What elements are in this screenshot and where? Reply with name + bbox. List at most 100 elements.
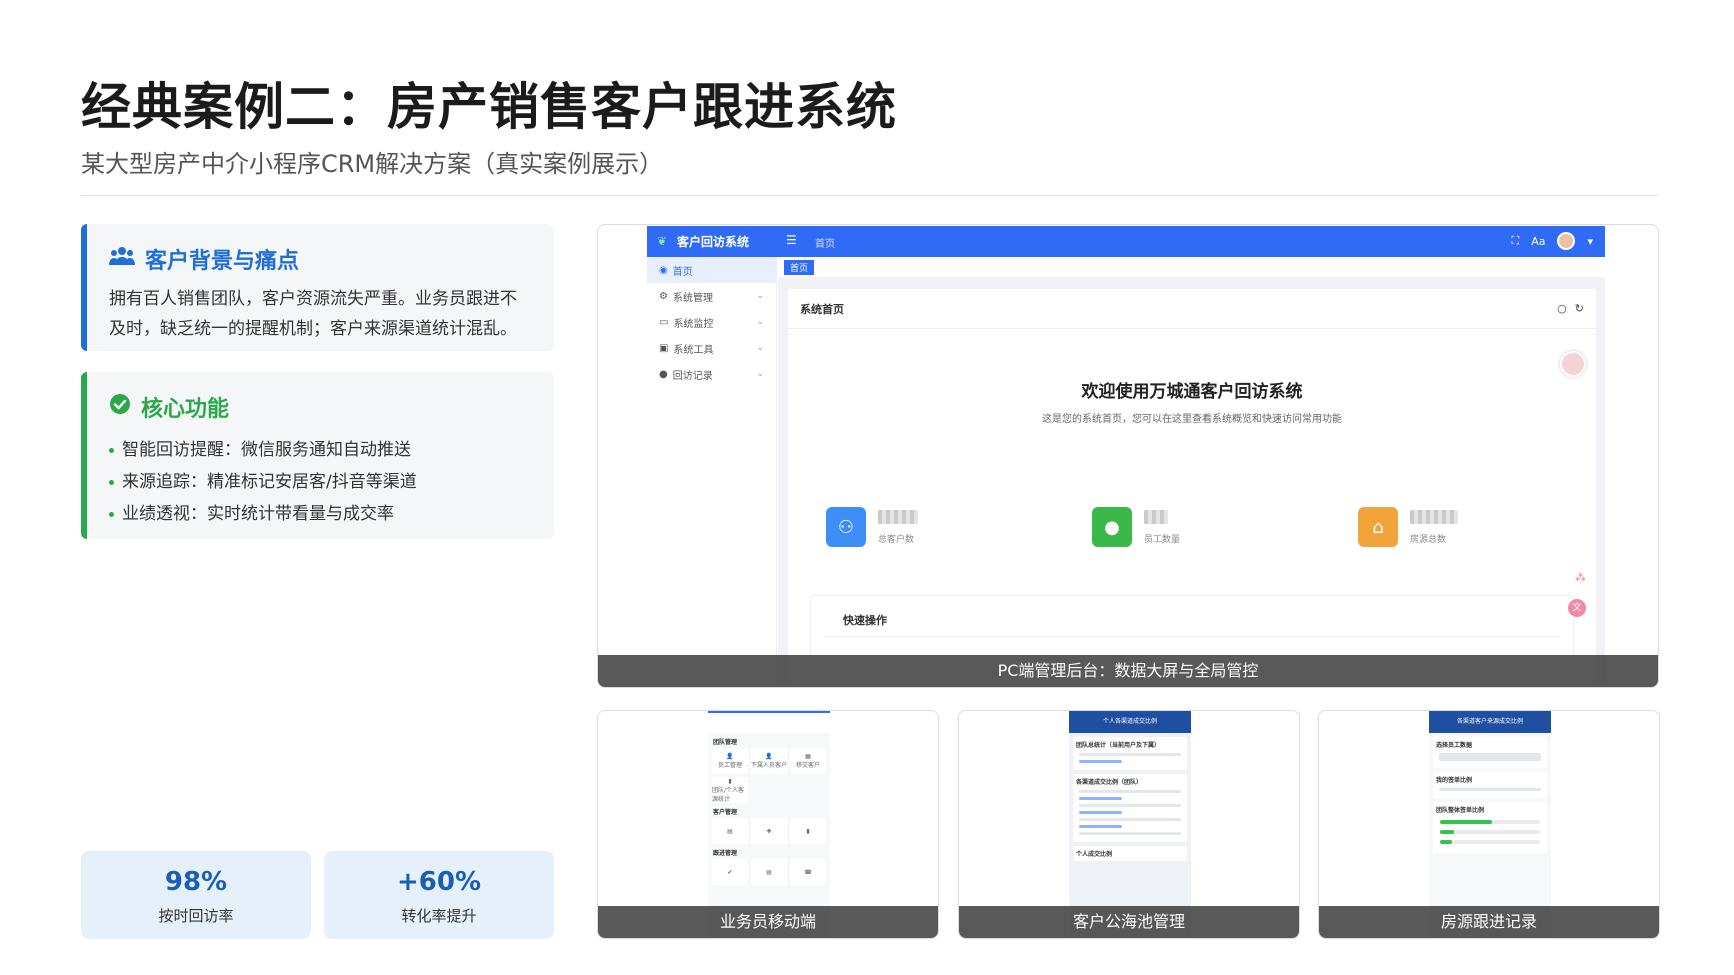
fullscreen-icon[interactable]: ⛶ xyxy=(1512,234,1520,248)
select-input[interactable] xyxy=(1439,753,1541,761)
font-size-icon[interactable]: Aa xyxy=(1531,235,1545,248)
quick-actions-title: 快速操作 xyxy=(823,596,1561,637)
phone-section-title: 团队管理 xyxy=(713,739,738,746)
progress-bar xyxy=(1440,830,1540,834)
placeholder-line xyxy=(1079,790,1181,793)
phone-grid-item[interactable]: ☎ xyxy=(790,859,826,885)
kpi-label: 房源总数 xyxy=(1410,534,1447,545)
panel-title: 系统首页 xyxy=(800,302,844,316)
chevron-down-icon: ⌄ xyxy=(756,317,764,327)
sidebar-item-system-monitor[interactable]: ▭ 系统监控 ⌄ xyxy=(647,309,776,335)
phone-grid-item[interactable]: 👤 下属人员客户 xyxy=(751,748,787,774)
phone-header: 个人各渠道成交比例 xyxy=(1069,711,1191,733)
pain-points-heading: 客户背景与痛点 xyxy=(109,244,532,274)
mobile-caption: 业务员移动端 xyxy=(598,906,938,938)
phone-grid-item[interactable]: ▤ xyxy=(712,818,748,844)
phone-grid-item[interactable]: ▮ 团队/个人客源统计 xyxy=(712,777,748,803)
phone-grid-item[interactable]: ✚ xyxy=(751,818,787,844)
phone-screen: 团队管理 👤 员工管理 👤 下属人员客户 ▦ 移交客户 ▮ 团队/个人客源统计 客户管理… xyxy=(708,711,830,938)
admin-main: 首页 系统首页 ○ ↻ 欢迎使用万城通客户回访系统 这是您的系统首页，您可以在这里… xyxy=(778,257,1605,687)
pc-admin-screenshot: ❦ 客户回访系统 ☰ 首页 ⛶ Aa ▾ ◉ 首页 ⚙ 系统管理 ⌄ ▭ 系统监控 ⌄ ▣… xyxy=(597,224,1659,688)
placeholder-line xyxy=(1439,788,1541,791)
avatar[interactable] xyxy=(1557,232,1576,250)
stat-card-conversion: +60% 转化率提升 xyxy=(324,851,554,939)
phone-card: 个人成交比例 xyxy=(1073,846,1187,861)
caret-down-icon[interactable]: ▾ xyxy=(1587,235,1593,248)
placeholder-line xyxy=(1079,818,1181,821)
phone-grid-item[interactable]: 👤 员工管理 xyxy=(712,748,748,774)
kpi-row: ⚇ 总客户数 ● 员工数量 ⌂ 房源总数 xyxy=(826,507,1558,547)
placeholder-line xyxy=(1079,811,1123,814)
refresh-icon[interactable]: ↻ xyxy=(1575,302,1584,315)
sidebar-item-home[interactable]: ◉ 首页 xyxy=(647,257,776,283)
phone-card: 我的签单比例 xyxy=(1433,772,1547,798)
phone-section-title: 团队整体签单比例 xyxy=(1436,807,1485,814)
kpi-label: 员工数量 xyxy=(1144,534,1181,545)
pain-points-card: 客户背景与痛点 拥有百人销售团队，客户资源流失严重。业务员跟进不及时，缺乏统一的… xyxy=(81,224,554,351)
sidebar-item-label: 系统管理 xyxy=(672,292,713,304)
placeholder-line xyxy=(1079,797,1123,800)
stat-value: +60% xyxy=(396,867,482,897)
phone-card: 团队总统计（当前用户及下属） xyxy=(1073,737,1187,770)
home-panel: 系统首页 ○ ↻ 欢迎使用万城通客户回访系统 这是您的系统首页，您可以在这里查看系… xyxy=(788,289,1596,687)
phone-screen: 各渠道客户来源成交比例 选择员工数据 我的签单比例 团队整体签单比例 xyxy=(1429,711,1551,938)
phone-card: 团队整体签单比例 xyxy=(1433,802,1547,853)
phone-section-title: 选择员工数据 xyxy=(1436,742,1473,749)
stat-label: 转化率提升 xyxy=(401,907,477,925)
palette-icon: ◉ xyxy=(659,264,668,276)
admin-brand: 客户回访系统 xyxy=(677,235,750,249)
sidebar-item-label: 回访记录 xyxy=(672,370,713,382)
menu-toggle-icon[interactable]: ☰ xyxy=(786,233,797,247)
stat-value: 98% xyxy=(164,867,228,897)
kpi-value-blurred xyxy=(878,509,918,524)
phone-grid: ✔ ▤ ☎ xyxy=(708,859,830,885)
translate-icon[interactable]: 文 xyxy=(1568,599,1586,617)
phone-grid-item[interactable]: ▮ xyxy=(790,818,826,844)
sidebar-item-system-admin[interactable]: ⚙ 系统管理 ⌄ xyxy=(647,283,776,309)
pain-points-title: 客户背景与痛点 xyxy=(145,249,300,274)
bullet-icon xyxy=(109,479,114,485)
core-features-card: 核心功能 智能回访提醒：微信服务通知自动推送 来源追踪：精准标记安居客/抖音等渠… xyxy=(81,372,554,539)
pc-screenshot-caption: PC端管理后台：数据大屏与全局管控 xyxy=(598,655,1658,687)
kpi-total-customers: ⚇ 总客户数 xyxy=(826,507,1026,547)
sidebar-item-visit-records[interactable]: ● 回访记录 ⌄ xyxy=(647,361,776,387)
phone-grid-item[interactable]: ▦ 移交客户 xyxy=(790,748,826,774)
grid-icon[interactable]: ⁂ xyxy=(1575,571,1586,584)
chevron-down-icon: ⌄ xyxy=(756,369,764,379)
monitor-icon: ▭ xyxy=(659,316,669,328)
phone-grid-item[interactable]: ▤ xyxy=(751,859,787,885)
mobile-property-screenshot: 各渠道客户来源成交比例 选择员工数据 我的签单比例 团队整体签单比例 房源跟进记… xyxy=(1318,710,1660,939)
kpi-properties: ⌂ 房源总数 xyxy=(1358,507,1558,547)
assistant-avatar[interactable] xyxy=(1560,351,1586,377)
placeholder-line xyxy=(1079,760,1123,763)
toolbox-icon: ▣ xyxy=(659,342,669,354)
phone-grid-item[interactable]: ✔ xyxy=(712,859,748,885)
core-features-heading: 核心功能 xyxy=(109,392,532,422)
placeholder-line xyxy=(1079,825,1123,828)
mobile-caption: 房源跟进记录 xyxy=(1319,906,1659,938)
feature-item: 智能回访提醒：微信服务通知自动推送 xyxy=(109,434,532,466)
feature-item: 业绩透视：实时统计带看量与成交率 xyxy=(109,498,532,530)
tab-home[interactable]: 首页 xyxy=(784,259,815,275)
progress-bar xyxy=(1440,820,1540,824)
phone-grid: 👤 员工管理 👤 下属人员客户 ▦ 移交客户 ▮ 团队/个人客源统计 xyxy=(708,748,830,803)
feature-list: 智能回访提醒：微信服务通知自动推送 来源追踪：精准标记安居客/抖音等渠道 业绩透… xyxy=(109,434,532,530)
panel-tools: ○ ↻ xyxy=(1557,302,1584,315)
user-filled-icon: ● xyxy=(1092,507,1132,547)
user-icon: ⚇ xyxy=(826,507,866,547)
mobile-sales-screenshot: 团队管理 👤 员工管理 👤 下属人员客户 ▦ 移交客户 ▮ 团队/个人客源统计 客户管理… xyxy=(597,710,939,939)
kpi-label: 总客户数 xyxy=(878,534,915,545)
search-icon[interactable]: ○ xyxy=(1557,302,1567,315)
tab-bar: 首页 xyxy=(778,257,1605,277)
sidebar-item-system-tools[interactable]: ▣ 系统工具 ⌄ xyxy=(647,335,776,361)
leaf-logo-icon: ❦ xyxy=(657,234,668,248)
phone-section-title: 跟进管理 xyxy=(713,850,738,857)
phone-section-title: 团队总统计（当前用户及下属） xyxy=(1076,742,1161,749)
user-icon: ● xyxy=(659,368,668,380)
feature-text: 业绩透视：实时统计带看量与成交率 xyxy=(122,504,394,524)
placeholder-line xyxy=(1079,753,1181,756)
phone-grid: ▤ ✚ ▮ xyxy=(708,818,830,844)
bullet-icon xyxy=(109,447,114,453)
feature-text: 智能回访提醒：微信服务通知自动推送 xyxy=(122,440,411,460)
welcome-title: 欢迎使用万城通客户回访系统 xyxy=(1081,382,1303,402)
